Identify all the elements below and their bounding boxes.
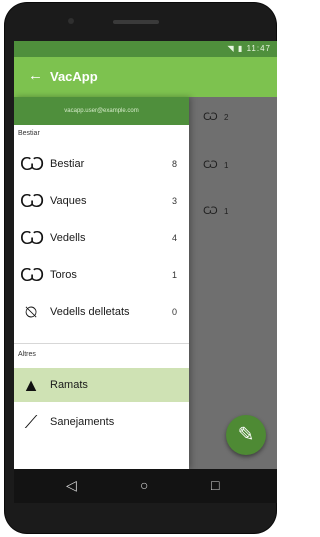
list-item-value: 1 xyxy=(223,161,229,170)
list-item[interactable]: Ѡ 1 xyxy=(203,159,228,171)
drawer-item-count: 0 xyxy=(171,307,177,317)
drawer-item-toros[interactable]: Ѡ Toros 1 xyxy=(14,258,189,292)
drawer-item-label: Sanejaments xyxy=(50,416,115,428)
drawer-item-count: 4 xyxy=(171,233,177,243)
front-camera xyxy=(68,18,74,24)
drawer-item-vaques[interactable]: Ѡ Vaques 3 xyxy=(14,184,189,218)
drawer-item-count: 1 xyxy=(171,270,177,280)
list-item[interactable]: Ѡ 2 xyxy=(203,111,228,123)
crossed-calf-icon: ⍉ xyxy=(25,302,37,322)
app-screen: ◥ ▮ 11:47 ← VacApp Ѡ 2 Ѡ 1 Ѡ 1 ✎ vacapp.… xyxy=(14,41,277,469)
edit-fab-button[interactable]: ✎ xyxy=(226,415,266,455)
section-divider xyxy=(14,343,189,344)
drawer-item-label: Ramats xyxy=(50,379,88,391)
nav-back-button[interactable]: ◁ xyxy=(66,478,77,492)
app-bar: ← VacApp xyxy=(14,57,277,97)
navigation-drawer: vacapp.user@example.com Bestiar Ѡ Bestia… xyxy=(14,97,189,469)
drawer-item-vedells-delletats[interactable]: ⍉ Vedells delletats 0 xyxy=(14,295,189,329)
drawer-item-ramats[interactable]: ▲ Ramats xyxy=(14,368,189,402)
syringe-icon: ⟋ xyxy=(24,412,38,432)
status-bar: ◥ ▮ 11:47 xyxy=(14,41,277,57)
pencil-icon: ✎ xyxy=(237,424,255,446)
drawer-item-count: 8 xyxy=(171,159,177,169)
nav-home-button[interactable]: ○ xyxy=(140,478,148,492)
nav-recents-button[interactable]: □ xyxy=(211,478,219,492)
app-title: VacApp xyxy=(50,69,98,84)
drawer-item-count: 3 xyxy=(171,196,177,206)
section-label-altres: Altres xyxy=(18,351,36,358)
status-icons: ◥ ▮ 11:47 xyxy=(228,44,271,53)
earpiece-speaker xyxy=(113,20,159,24)
cow-icon: Ѡ xyxy=(20,191,45,211)
drawer-item-vedells[interactable]: Ѡ Vedells 4 xyxy=(14,221,189,255)
status-time: 11:47 xyxy=(246,44,271,53)
back-arrow-icon[interactable]: ← xyxy=(28,68,43,83)
drawer-item-label: Vaques xyxy=(50,195,87,207)
cow-icon: Ѡ xyxy=(20,154,45,174)
section-label-bestiar: Bestiar xyxy=(18,130,40,137)
drawer-item-label: Vedells xyxy=(50,232,86,244)
account-header[interactable]: vacapp.user@example.com xyxy=(14,97,189,125)
drawer-item-bestiar[interactable]: Ѡ Bestiar 8 xyxy=(14,147,189,181)
drawer-item-label: Vedells delletats xyxy=(50,306,130,318)
list-item-value: 2 xyxy=(223,113,229,122)
list-item-value: 1 xyxy=(223,207,229,216)
list-item[interactable]: Ѡ 1 xyxy=(203,205,228,217)
calf-icon: Ѡ xyxy=(203,159,218,171)
calf-icon: Ѡ xyxy=(20,228,45,248)
system-navigation-bar: ◁ ○ □ xyxy=(14,469,277,503)
account-email: vacapp.user@example.com xyxy=(64,108,139,114)
herd-icon: ▲ xyxy=(22,375,40,395)
drawer-item-label: Bestiar xyxy=(50,158,85,170)
background-list: Ѡ 2 Ѡ 1 Ѡ 1 xyxy=(189,97,277,469)
drawer-item-sanejaments[interactable]: ⟋ Sanejaments xyxy=(14,405,189,439)
drawer-item-label: Toros xyxy=(50,269,77,281)
signal-battery-icons: ◥ ▮ xyxy=(227,44,244,53)
calf-icon: Ѡ xyxy=(203,205,218,217)
calf-icon: Ѡ xyxy=(203,111,218,123)
bull-icon: Ѡ xyxy=(20,265,45,285)
